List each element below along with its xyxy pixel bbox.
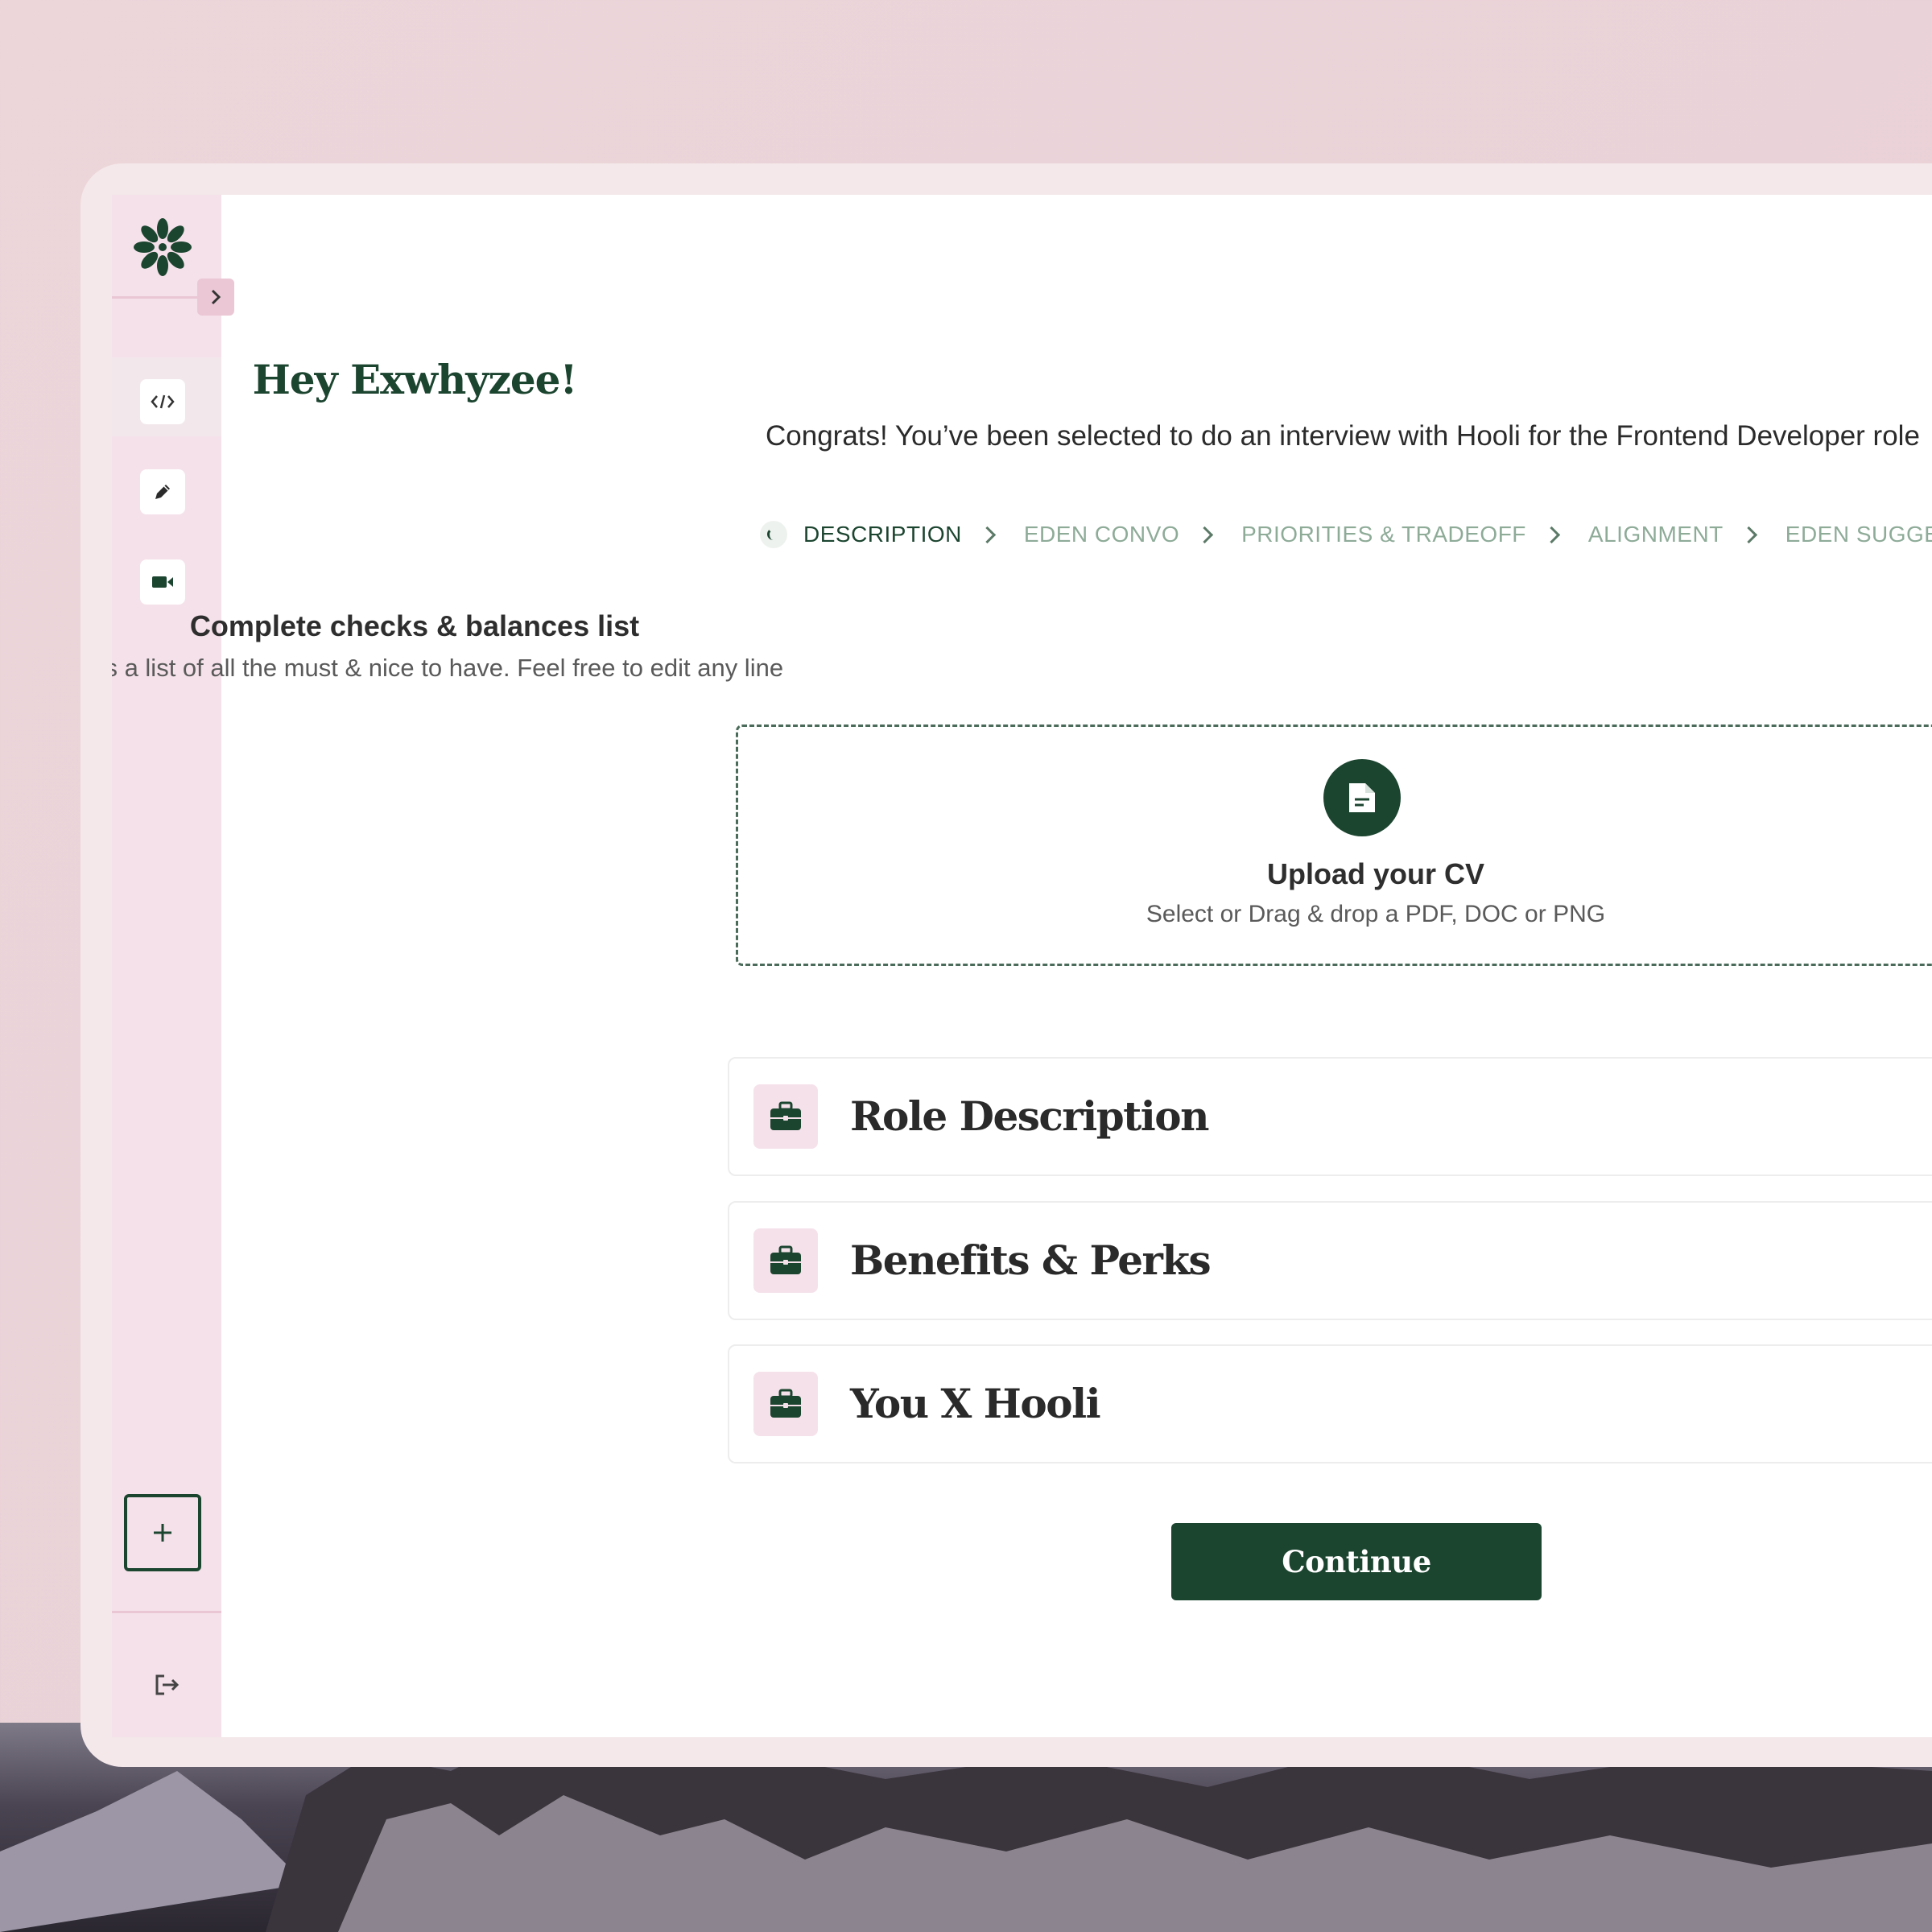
chevron-right-icon: [1542, 526, 1561, 543]
upload-icon-circle: [1323, 759, 1401, 836]
briefcase-icon: [770, 1389, 801, 1418]
cv-upload-dropzone[interactable]: Upload your CV Select or Drag & drop a P…: [736, 724, 1932, 966]
section-you-x-hooli[interactable]: You X Hooli: [728, 1344, 1932, 1463]
checks-subtitle: Here’s a list of all the must & nice to …: [112, 654, 784, 682]
page-title: Hey Exwhyzee!: [252, 356, 578, 403]
logout-icon: [155, 1674, 180, 1695]
section-title: You X Hooli: [850, 1380, 1101, 1427]
document-icon: [1349, 783, 1375, 812]
section-title: Role Description: [850, 1092, 1209, 1140]
checks-title: Complete checks & balances list: [189, 609, 640, 642]
chevron-right-icon: [1196, 526, 1214, 543]
upload-subtitle: Select or Drag & drop a PDF, DOC or PNG: [1146, 901, 1606, 927]
loading-spinner-icon: [760, 521, 787, 548]
step-eden-suggestions[interactable]: EDEN SUGGESTIONS: [1785, 522, 1932, 547]
upload-title: Upload your CV: [1266, 857, 1485, 890]
section-icon: [753, 1372, 818, 1436]
section-title: Benefits & Perks: [850, 1236, 1212, 1284]
plus-icon: [154, 1524, 171, 1542]
briefcase-icon: [770, 1101, 801, 1130]
sidebar-item-video[interactable]: [140, 559, 185, 605]
app-window: Hey Exwhyzee! Congrats! You’ve been sele…: [112, 195, 1932, 1737]
briefcase-icon: [770, 1245, 801, 1274]
add-button[interactable]: [124, 1494, 201, 1571]
sidebar: [112, 195, 221, 1737]
sidebar-toggle-button[interactable]: [197, 279, 234, 316]
step-description[interactable]: DESCRIPTION: [803, 522, 962, 547]
progress-steps: DESCRIPTION EDEN CONVO PRIORITIES & TRAD…: [760, 517, 1932, 552]
section-icon: [753, 1084, 818, 1149]
eden-logo-icon: [134, 218, 192, 276]
step-priorities-tradeoff[interactable]: PRIORITIES & TRADEOFF: [1241, 522, 1526, 547]
sidebar-divider: [112, 1611, 221, 1613]
section-benefits-perks[interactable]: Benefits & Perks: [728, 1201, 1932, 1320]
logout-button[interactable]: [147, 1666, 186, 1704]
step-eden-convo[interactable]: EDEN CONVO: [1024, 522, 1179, 547]
section-role-description[interactable]: Role Description: [728, 1057, 1932, 1176]
pencil-icon: [155, 485, 170, 499]
video-camera-icon: [152, 576, 173, 588]
section-icon: [753, 1228, 818, 1293]
sidebar-item-edit[interactable]: [140, 469, 185, 514]
chevron-right-icon: [978, 526, 996, 543]
page-subtitle: Congrats! You’ve been selected to do an …: [766, 420, 1920, 452]
continue-button[interactable]: Continue: [1171, 1523, 1542, 1600]
chevron-right-icon: [211, 289, 221, 305]
chevron-right-icon: [1740, 526, 1757, 543]
step-alignment[interactable]: ALIGNMENT: [1588, 522, 1724, 547]
